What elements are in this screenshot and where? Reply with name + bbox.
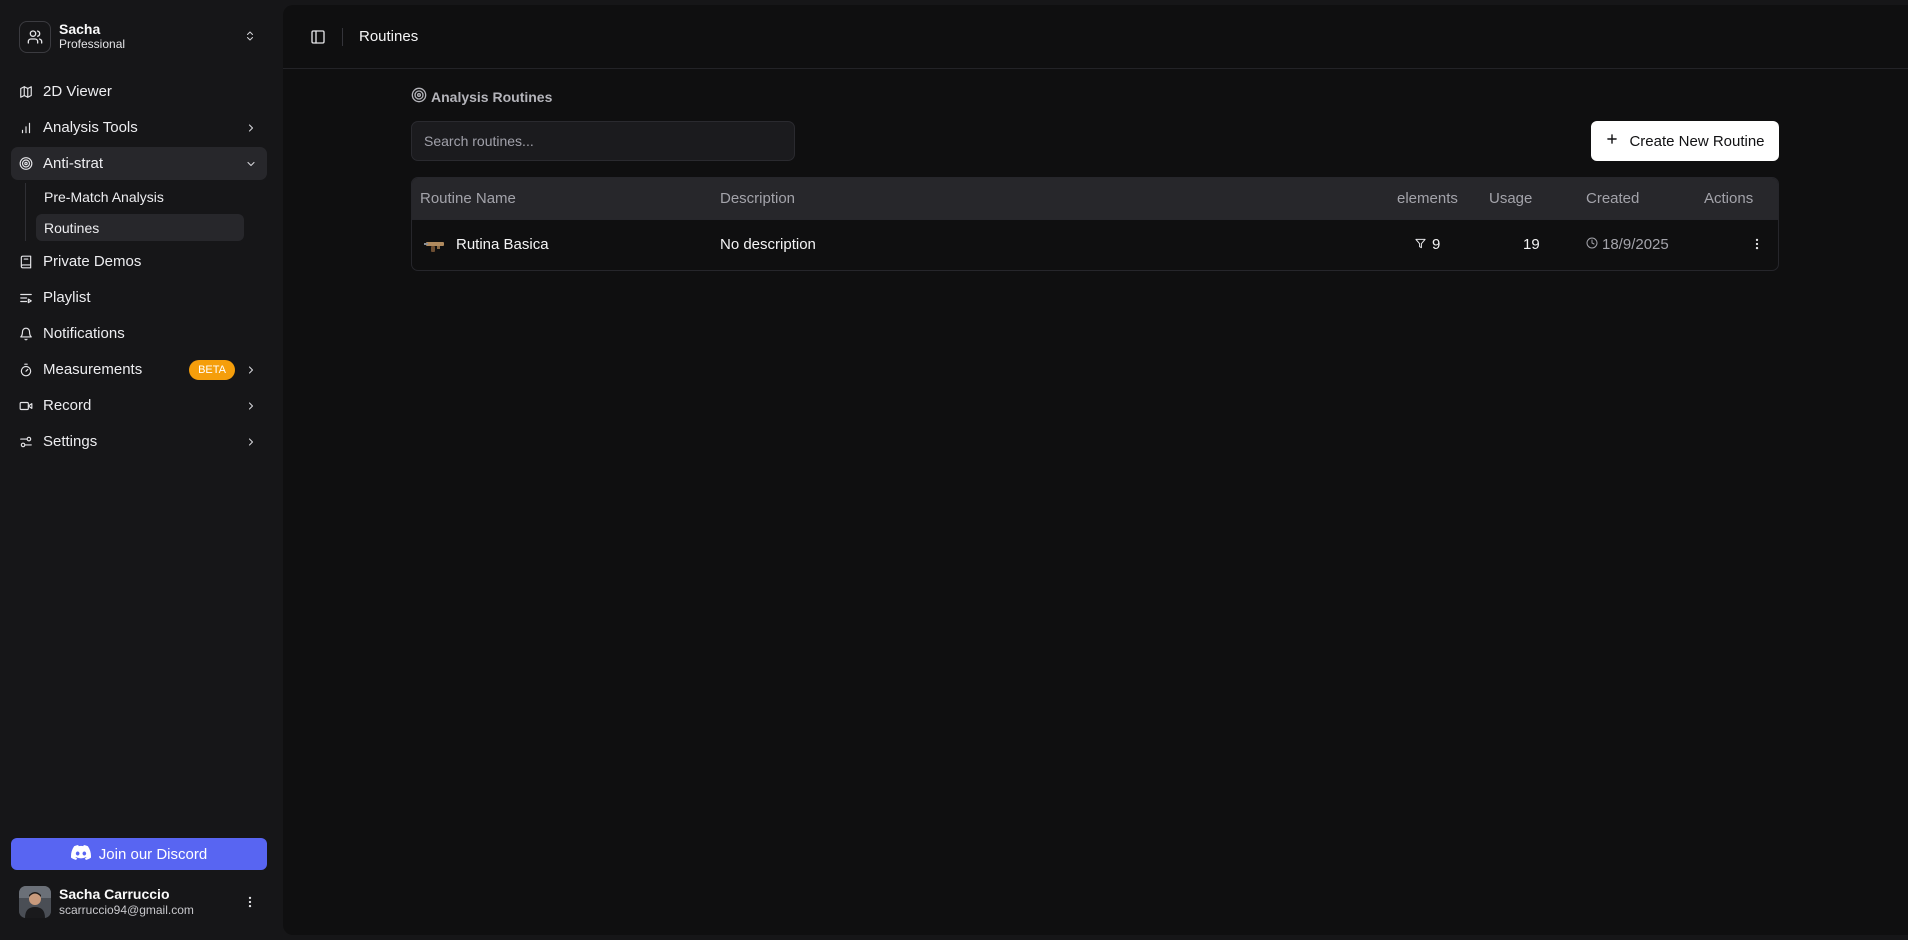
column-header-elements[interactable]: elements: [1397, 190, 1458, 207]
routine-name[interactable]: Rutina Basica: [456, 236, 549, 253]
team-text: Sacha Professional: [59, 20, 126, 52]
clock-icon: [1586, 236, 1602, 253]
routine-created: 18/9/2025: [1586, 236, 1669, 253]
chevron-right-icon: [245, 363, 257, 380]
routine-description: No description: [720, 236, 816, 253]
plus-icon: [1605, 132, 1629, 150]
routine-elements: 9: [1415, 236, 1440, 253]
row-actions-menu-icon[interactable]: [1750, 236, 1764, 256]
routines-table: Routine Name Description elements Usage …: [411, 177, 1779, 271]
filter-icon: [1415, 236, 1432, 253]
column-header-created[interactable]: Created: [1586, 190, 1639, 207]
main-panel: Routines Analysis Routines Create New Ro…: [283, 5, 1908, 935]
sidebar-nav: 2D Viewer Analysis Tools Anti-strat Pre-…: [11, 75, 267, 461]
sidebar-item-private-demos[interactable]: Private Demos: [11, 245, 267, 278]
anti-strat-subnav: Pre-Match Analysis Routines: [25, 183, 267, 241]
sidebar-item-2d-viewer[interactable]: 2D Viewer: [11, 75, 267, 108]
chevrons-up-down-icon: [244, 28, 256, 49]
weapon-icon: [424, 239, 446, 257]
chevron-right-icon: [245, 399, 257, 416]
chevron-right-icon: [245, 121, 257, 138]
book-icon: [19, 255, 33, 269]
discord-icon: [70, 844, 99, 864]
sidebar-item-record[interactable]: Record: [11, 389, 267, 422]
beta-badge: BETA: [189, 360, 235, 380]
create-routine-label: Create New Routine: [1629, 132, 1765, 150]
sidebar-item-label: Analysis Tools: [43, 119, 138, 136]
page-title: Analysis Routines: [411, 87, 552, 106]
timer-icon: [19, 363, 33, 377]
sidebar: Sacha Professional 2D Viewer Analysis To…: [0, 0, 283, 940]
breadcrumb: Routines: [359, 28, 419, 45]
divider: [342, 27, 343, 46]
sidebar-item-settings[interactable]: Settings: [11, 425, 267, 458]
sidebar-item-label: Anti-strat: [43, 155, 104, 172]
column-header-usage[interactable]: Usage: [1489, 190, 1532, 207]
column-header-actions: Actions: [1704, 190, 1754, 207]
sidebar-item-label: Measurements: [43, 361, 143, 378]
sidebar-item-notifications[interactable]: Notifications: [11, 317, 267, 350]
map-icon: [19, 85, 33, 99]
table-header: Routine Name Description elements Usage …: [412, 178, 1778, 220]
list-video-icon: [19, 291, 33, 305]
join-discord-button[interactable]: Join our Discord: [11, 838, 267, 870]
join-discord-label: Join our Discord: [98, 845, 208, 863]
routine-elements-value: 9: [1432, 236, 1441, 253]
user-account[interactable]: Sacha Carruccio scarruccio94@gmail.com: [11, 880, 267, 924]
user-text: Sacha Carruccio scarruccio94@gmail.com: [59, 886, 194, 918]
team-name: Sacha: [59, 20, 101, 37]
chevron-right-icon: [245, 435, 257, 452]
app-root: Sacha Professional 2D Viewer Analysis To…: [0, 0, 1908, 940]
team-switcher[interactable]: Sacha Professional: [11, 15, 266, 58]
target-icon: [411, 87, 431, 106]
video-icon: [19, 399, 33, 413]
user-name: Sacha Carruccio: [59, 886, 170, 902]
avatar: [19, 886, 51, 918]
sidebar-subitem-pre-match-analysis[interactable]: Pre-Match Analysis: [36, 183, 244, 210]
sliders-icon: [19, 435, 33, 449]
team-plan: Professional: [59, 36, 126, 51]
sidebar-item-anti-strat[interactable]: Anti-strat: [11, 147, 267, 180]
sidebar-item-label: Notifications: [43, 325, 125, 342]
routine-created-date: 18/9/2025: [1602, 236, 1669, 253]
sidebar-item-label: Record: [43, 397, 92, 414]
sidebar-item-label: 2D Viewer: [43, 83, 112, 100]
sidebar-toggle-icon[interactable]: [309, 28, 327, 46]
column-header-routine-name[interactable]: Routine Name: [420, 190, 516, 207]
table-row[interactable]: Rutina Basica No description 9 19 18/9/2…: [412, 220, 1778, 270]
bar-chart-icon: [19, 121, 33, 135]
routine-usage: 19: [1523, 236, 1540, 253]
top-bar: Routines: [283, 5, 1908, 69]
sidebar-item-label: Playlist: [43, 289, 91, 306]
sidebar-item-measurements[interactable]: Measurements BETA: [11, 353, 267, 386]
column-header-description[interactable]: Description: [720, 190, 795, 207]
create-routine-button[interactable]: Create New Routine: [1591, 121, 1779, 161]
target-icon: [19, 157, 33, 171]
page-title-text: Analysis Routines: [431, 88, 553, 105]
search-input[interactable]: [411, 121, 795, 161]
sidebar-item-playlist[interactable]: Playlist: [11, 281, 267, 314]
sidebar-item-label: Settings: [43, 433, 98, 450]
sidebar-item-analysis-tools[interactable]: Analysis Tools: [11, 111, 267, 144]
sidebar-item-label: Private Demos: [43, 253, 142, 270]
bell-icon: [19, 327, 33, 341]
sidebar-subitem-routines[interactable]: Routines: [36, 214, 244, 241]
users-icon: [19, 20, 51, 53]
user-email: scarruccio94@gmail.com: [59, 903, 194, 917]
chevron-down-icon: [245, 157, 257, 174]
more-vertical-icon[interactable]: [243, 894, 257, 915]
